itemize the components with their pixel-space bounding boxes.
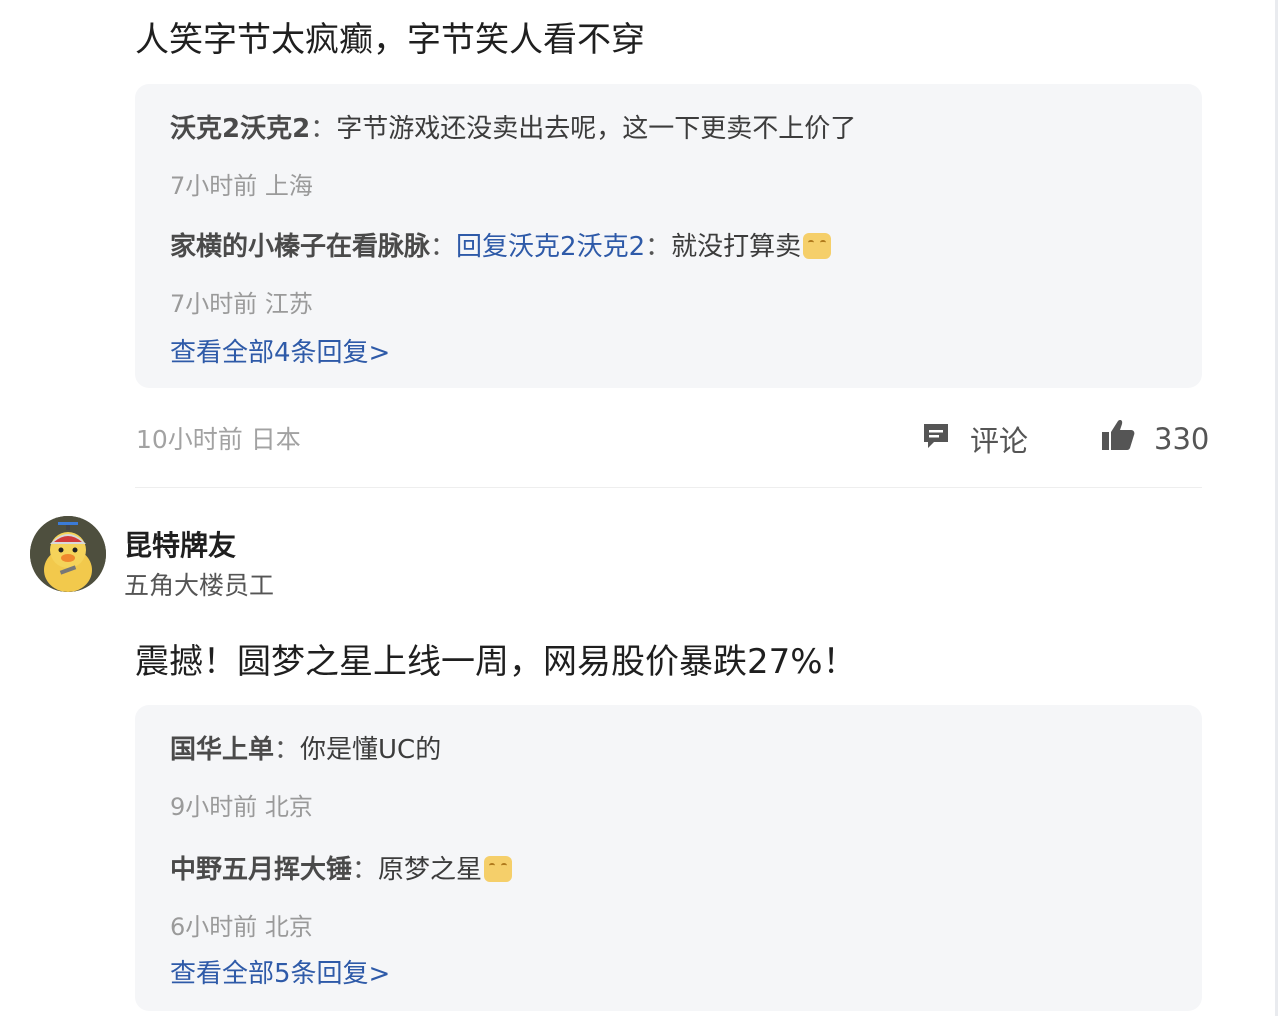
view-all-replies-link[interactable]: 查看全部4条回复> (170, 332, 390, 369)
like-count: 330 (1154, 421, 1210, 456)
thumbs-up-icon (1100, 418, 1136, 459)
comment-label: 评论 (970, 424, 1029, 458)
reply-text: 就没打算卖 (671, 232, 802, 262)
reply-username[interactable]: 中野五月挥大锤 (170, 855, 352, 885)
reply-preview-box: 国华上单：你是懂UC的 9小时前 北京 中野五月挥大锤：原梦之星 6小时前 北京… (135, 705, 1202, 1011)
reply-username[interactable]: 国华上单 (170, 735, 274, 765)
comment-icon (920, 420, 952, 459)
duck-avatar[interactable] (30, 516, 106, 592)
reply-text: 你是懂UC的 (300, 735, 442, 765)
reply-preview-box: 沃克2沃克2：字节游戏还没卖出去呢，这一下更卖不上价了 7小时前 上海 家横的小… (135, 84, 1202, 388)
comment-button[interactable]: 评论 (920, 418, 1028, 460)
reply-meta: 9小时前 北京 (170, 793, 313, 821)
reply-meta: 7小时前 江苏 (170, 290, 313, 318)
grin-emoji-icon (484, 856, 513, 882)
reply-text: 原梦之星 (378, 855, 483, 885)
reply-separator: ： (645, 232, 672, 262)
reply-separator: ： (274, 735, 301, 765)
post-meta: 10小时前 日本 (136, 425, 301, 454)
reply-item[interactable]: 国华上单：你是懂UC的 (170, 729, 441, 766)
view-all-replies-link[interactable]: 查看全部5条回复> (170, 953, 390, 990)
like-button[interactable]: 330 (1100, 418, 1209, 459)
reply-item[interactable]: 中野五月挥大锤：原梦之星 (170, 849, 513, 886)
reply-meta: 7小时前 上海 (170, 172, 313, 200)
reply-separator: ： (352, 855, 379, 885)
reply-to-link[interactable]: 回复沃克2沃克2 (456, 232, 645, 262)
reply-item[interactable]: 沃克2沃克2：字节游戏还没卖出去呢，这一下更卖不上价了 (170, 108, 856, 145)
reply-text: 字节游戏还没卖出去呢，这一下更卖不上价了 (336, 114, 857, 144)
grin-emoji-icon (803, 233, 832, 259)
reply-separator: ： (310, 114, 337, 144)
reply-meta: 6小时前 北京 (170, 913, 313, 941)
author-title: 五角大楼员工 (124, 571, 275, 600)
post-divider (135, 487, 1202, 488)
post-text: 人笑字节太疯癫，字节笑人看不穿 (135, 20, 645, 60)
reply-username[interactable]: 沃克2沃克2 (170, 114, 310, 144)
post-text: 震撼！圆梦之星上线一周，网易股价暴跌27%！ (135, 642, 857, 682)
author-name[interactable]: 昆特牌友 (124, 524, 236, 564)
reply-username[interactable]: 家横的小榛子在看脉脉 (170, 232, 430, 262)
reply-item[interactable]: 家横的小榛子在看脉脉：回复沃克2沃克2：就没打算卖 (170, 226, 832, 263)
reply-separator: ： (430, 232, 457, 262)
